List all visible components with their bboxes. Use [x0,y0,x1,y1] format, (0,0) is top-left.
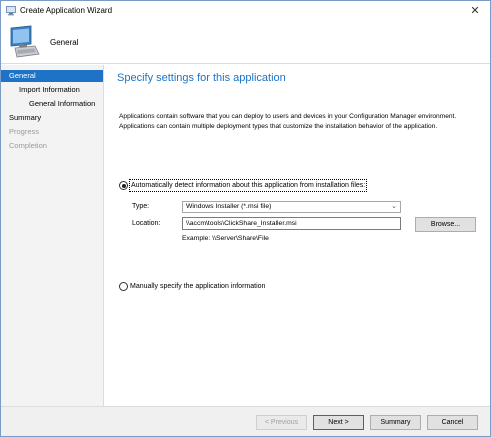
auto-detect-label[interactable]: Automatically detect information about t… [128,179,368,192]
nav-item-summary[interactable]: Summary [9,112,41,124]
type-select-value: Windows Installer (*.msi file) [186,203,272,210]
window-title: Create Application Wizard [20,6,113,15]
location-input[interactable]: \\accm\tools\ClickShare_Installer.msi [182,217,401,230]
nav-item-general[interactable]: General [1,70,103,82]
nav-item-general-information[interactable]: General Information [29,98,95,110]
type-select[interactable]: Windows Installer (*.msi file) ⌄ [182,201,401,213]
manual-radio[interactable] [119,282,128,291]
banner-title: General [50,38,79,47]
page-title: Specify settings for this application [117,72,286,84]
manual-label[interactable]: Manually specify the application informa… [130,281,265,292]
location-label: Location: [132,220,161,227]
title-bar: Create Application Wizard ✕ [1,1,490,21]
nav-item-progress: Progress [9,127,40,136]
summary-button[interactable]: Summary [370,415,421,430]
nav-item-completion: Completion [9,141,47,150]
app-icon [6,6,16,16]
wizard-window: Create Application Wizard ✕ General Gene… [0,0,491,437]
chevron-down-icon: ⌄ [391,203,397,210]
close-icon[interactable]: ✕ [468,4,482,18]
browse-button[interactable]: Browse... [415,217,476,232]
location-example: Example: \\Server\Share\File [182,235,269,242]
next-button[interactable]: Next > [313,415,364,430]
cancel-button[interactable]: Cancel [427,415,478,430]
auto-detect-radio[interactable] [119,181,128,190]
header-banner: General [1,21,490,64]
nav-item-import-information[interactable]: Import Information [19,84,80,96]
wizard-nav: General Import Information General Infor… [1,65,104,406]
computer-icon [10,25,40,58]
previous-button: < Previous [256,415,307,430]
wizard-footer: < Previous Next > Summary Cancel [1,406,490,436]
type-label: Type: [132,203,150,210]
page-description: Applications contain software that you c… [119,113,457,130]
